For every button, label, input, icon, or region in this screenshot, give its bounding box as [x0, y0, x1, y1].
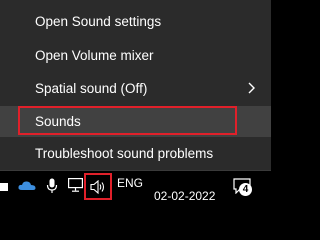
- partial-tray-icon[interactable]: [0, 180, 10, 194]
- clock-date[interactable]: 02-02-2022: [154, 189, 215, 203]
- sound-context-menu: Open Sound settings Open Volume mixer Sp…: [0, 0, 271, 171]
- microphone-icon[interactable]: [45, 177, 59, 195]
- menu-item-open-volume-mixer[interactable]: Open Volume mixer: [0, 40, 271, 70]
- menu-item-label: Sounds: [35, 114, 81, 129]
- notification-count-badge: 4: [239, 183, 252, 196]
- menu-item-troubleshoot-sound-problems[interactable]: Troubleshoot sound problems: [0, 138, 271, 168]
- onedrive-icon[interactable]: [17, 177, 37, 193]
- chevron-right-icon: [245, 81, 259, 95]
- volume-icon[interactable]: [89, 179, 107, 195]
- menu-item-label: Open Volume mixer: [35, 47, 154, 63]
- menu-item-open-sound-settings[interactable]: Open Sound settings: [0, 6, 271, 36]
- menu-item-spatial-sound[interactable]: Spatial sound (Off): [0, 73, 271, 103]
- menu-item-label: Spatial sound (Off): [35, 80, 148, 96]
- menu-item-label: Open Sound settings: [35, 13, 162, 29]
- menu-item-sounds[interactable]: Sounds: [0, 106, 271, 137]
- menu-item-label: Troubleshoot sound problems: [35, 145, 214, 161]
- network-icon[interactable]: [67, 177, 83, 193]
- taskbar: ENG 02-02-2022 4: [0, 171, 271, 203]
- language-indicator[interactable]: ENG: [117, 176, 143, 190]
